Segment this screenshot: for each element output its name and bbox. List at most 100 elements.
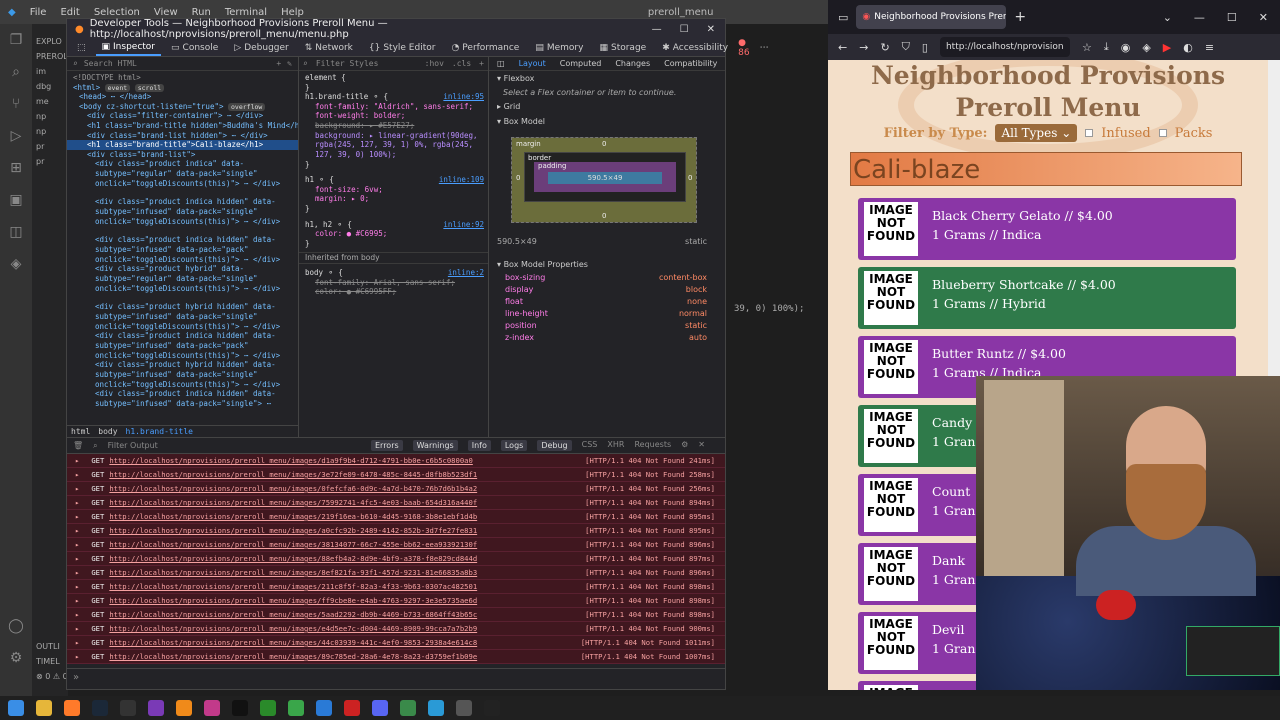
tree-node[interactable]: <div class="product indica" data-subtype… <box>67 159 298 197</box>
tree-node[interactable]: <head> ⋯ </head> <box>67 92 298 102</box>
shield-icon[interactable]: ⛉ <box>902 40 910 54</box>
tree-node[interactable]: <body cz-shortcut-listen="true"> overflo… <box>67 102 298 112</box>
maximize-icon[interactable]: ☐ <box>1227 11 1237 24</box>
trash-icon[interactable]: 🗑 <box>73 441 83 450</box>
grid-section-header[interactable]: ▸ Grid <box>489 99 725 114</box>
product-card[interactable]: IMAGE NOT FOUND Black Cherry Gelato // $4… <box>858 198 1236 260</box>
tree-node[interactable]: <h1 class="brand-title hidden">Buddha's … <box>67 121 298 131</box>
console-settings-gear-icon[interactable]: ⚙ <box>681 440 688 451</box>
css-rule-line[interactable]: element { <box>299 73 488 83</box>
html-search-input[interactable]: Search HTML <box>84 59 137 68</box>
box-model-properties-header[interactable]: ▾ Box Model Properties <box>497 257 707 272</box>
tree-node[interactable]: <div class="product hybrid" data-subtype… <box>67 264 298 302</box>
breadcrumb-item[interactable]: html <box>71 427 90 436</box>
tree-node[interactable]: <html> event scroll <box>67 83 298 93</box>
vlc-icon[interactable] <box>176 700 192 716</box>
tab-memory[interactable]: ▤ Memory <box>529 41 589 55</box>
tree-node[interactable]: <div class="product indica hidden" data-… <box>67 389 298 409</box>
tree-node[interactable]: <div class="product indica hidden" data-… <box>67 197 298 235</box>
event-badge[interactable]: event <box>104 83 131 92</box>
css-rule-line[interactable]: } <box>299 160 488 170</box>
console-error-row[interactable]: ▸ GET http://localhost/nprovisions/preroll… <box>67 622 725 636</box>
filter-info[interactable]: Info <box>467 440 491 451</box>
filezilla-icon[interactable] <box>344 700 360 716</box>
filter-debug[interactable]: Debug <box>537 440 572 451</box>
downloads-icon[interactable]: ⤓ <box>1104 40 1109 54</box>
expand-arrow-icon[interactable]: ▸ <box>75 540 79 549</box>
request-url[interactable]: http://localhost/nprovisions/preroll_men… <box>109 652 509 661</box>
add-rule-icon[interactable]: + <box>479 59 484 68</box>
reload-icon[interactable]: ↻ <box>880 41 889 54</box>
page-icon[interactable]: ▯ <box>922 41 928 54</box>
menu-file[interactable]: File <box>30 7 47 18</box>
expand-arrow-icon[interactable]: ▸ <box>75 596 79 605</box>
console-error-row[interactable]: ▸ GET http://localhost/nprovisions/preroll… <box>67 608 725 622</box>
discord-icon[interactable] <box>372 700 388 716</box>
css-rule-line[interactable]: color: ● #C6995FF; <box>299 287 488 297</box>
add-node-icon[interactable]: + <box>276 59 281 68</box>
css-rule-line[interactable]: font-weight: bolder; <box>299 111 488 121</box>
explorer-item[interactable]: np <box>32 124 68 139</box>
css-rule-line[interactable]: } <box>299 83 488 93</box>
explorer-item[interactable]: pr <box>32 139 68 154</box>
close-icon[interactable]: ✕ <box>707 24 715 35</box>
margin-bottom-value[interactable]: 0 <box>602 212 606 220</box>
tree-node[interactable]: <div class="product indica hidden" data-… <box>67 331 298 360</box>
overflow-badge[interactable]: overflow <box>228 102 266 111</box>
expand-arrow-icon[interactable]: ▸ <box>75 638 79 647</box>
search-icon[interactable]: ⌕ <box>0 56 32 88</box>
tab-layout[interactable]: Layout <box>519 59 546 68</box>
request-url[interactable]: http://localhost/nprovisions/preroll_men… <box>109 512 509 521</box>
tab-performance[interactable]: ◔ Performance <box>445 41 525 55</box>
css-rule-line[interactable]: inline:109 h1 ⚬ { <box>299 175 488 185</box>
run-debug-icon[interactable]: ▷ <box>0 120 32 152</box>
extensions-icon[interactable]: ⊞ <box>0 152 32 184</box>
request-url[interactable]: http://localhost/nprovisions/preroll_men… <box>109 484 509 493</box>
edge-icon[interactable] <box>428 700 444 716</box>
console-input[interactable]: » <box>67 668 725 688</box>
breadcrumb-item[interactable]: body <box>98 427 117 436</box>
vscode-taskbar-icon[interactable] <box>316 700 332 716</box>
console-error-row[interactable]: ▸ GET http://localhost/nprovisions/preroll… <box>67 594 725 608</box>
packs-checkbox[interactable] <box>1158 129 1167 137</box>
list-tabs-icon[interactable]: ⌄ <box>1163 11 1172 24</box>
filter-xhr[interactable]: XHR <box>607 440 624 451</box>
css-rule-line[interactable]: margin: ▸ 0; <box>299 194 488 204</box>
breadcrumb-item[interactable]: h1.brand-title <box>126 427 193 436</box>
type-select[interactable]: All Types ⌄ <box>995 124 1078 142</box>
tab-style-editor[interactable]: {} Style Editor <box>363 41 442 55</box>
expand-arrow-icon[interactable]: ▸ <box>75 582 79 591</box>
css-rule-line[interactable]: background: ▸ linear-gradient(90deg, rgb… <box>299 131 488 160</box>
remote-icon[interactable]: ▣ <box>0 184 32 216</box>
file-explorer-icon[interactable] <box>36 700 52 716</box>
request-url[interactable]: http://localhost/nprovisions/preroll_men… <box>109 470 509 479</box>
error-count-badge[interactable]: ● 86 <box>738 38 749 58</box>
console-error-row[interactable]: ▸ GET http://localhost/nprovisions/preroll… <box>67 580 725 594</box>
vscode-search[interactable]: preroll_menu <box>648 7 714 18</box>
tree-node[interactable]: <div class="brand-list"> <box>67 150 298 160</box>
bookmark-star-icon[interactable]: ☆ <box>1082 41 1092 54</box>
tree-node[interactable]: <div class="brand-list hidden"> ⋯ </div> <box>67 131 298 141</box>
maximize-icon[interactable]: ☐ <box>680 24 689 35</box>
menu-edit[interactable]: Edit <box>60 7 79 18</box>
request-url[interactable]: http://localhost/nprovisions/preroll_men… <box>109 638 509 647</box>
firefox-taskbar-icon[interactable] <box>64 700 80 716</box>
expand-arrow-icon[interactable]: ▸ <box>75 456 79 465</box>
menu-run[interactable]: Run <box>192 7 211 18</box>
request-url[interactable]: http://localhost/nprovisions/preroll_men… <box>109 596 509 605</box>
tab-computed[interactable]: Computed <box>560 59 602 68</box>
explorer-item[interactable]: EXPLO <box>32 34 68 49</box>
flexbox-section-header[interactable]: ▾ Flexbox <box>489 71 725 86</box>
account-icon[interactable]: ◐ <box>1183 41 1193 54</box>
xbox-icon[interactable] <box>260 700 276 716</box>
margin-top-value[interactable]: 0 <box>602 140 606 148</box>
extension-icon[interactable]: ◉ <box>1121 41 1131 54</box>
cls-toggle[interactable]: .cls <box>452 59 471 68</box>
request-url[interactable]: http://localhost/nprovisions/preroll_men… <box>109 568 509 577</box>
browser-tab[interactable]: ◉ Neighborhood Provisions Prer ✕ <box>856 5 1007 29</box>
tree-node[interactable]: <div class="product hybrid hidden" data-… <box>67 360 298 389</box>
explorer-item[interactable]: dbg <box>32 79 68 94</box>
tree-node[interactable]: <div class="product indica hidden" data-… <box>67 235 298 264</box>
console-filter-input[interactable]: Filter Output <box>108 441 158 450</box>
console-error-row[interactable]: ▸ GET http://localhost/nprovisions/preroll… <box>67 538 725 552</box>
